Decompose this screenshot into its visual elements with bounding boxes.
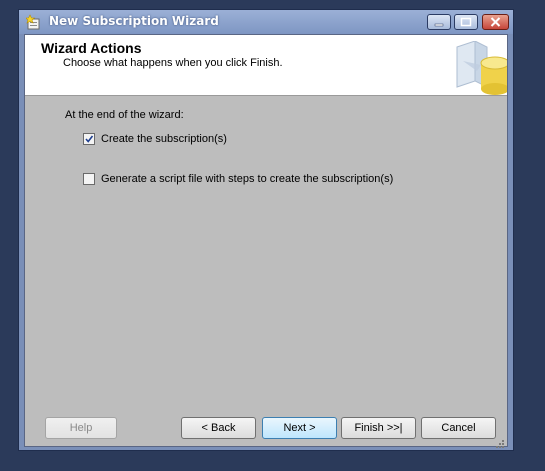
create-subscription-label[interactable]: Create the subscription(s)	[101, 133, 227, 145]
close-button[interactable]	[482, 14, 509, 30]
next-button[interactable]: Next >	[262, 417, 337, 439]
checkmark-icon	[85, 135, 94, 143]
generate-script-label[interactable]: Generate a script file with steps to cre…	[101, 173, 393, 185]
wizard-window: New Subscription Wizard Wizard Actions C…	[18, 9, 514, 451]
maximize-button[interactable]	[454, 14, 478, 30]
resize-grip-icon[interactable]	[495, 434, 505, 448]
wizard-header: Wizard Actions Choose what happens when …	[25, 35, 510, 96]
database-graphic-icon	[455, 40, 510, 95]
intro-text: At the end of the wizard:	[65, 109, 184, 121]
button-bar: Help < Back Next > Finish >>| Cancel	[25, 405, 507, 445]
cancel-button[interactable]: Cancel	[421, 417, 496, 439]
wizard-body: Wizard Actions Choose what happens when …	[24, 34, 510, 448]
finish-button[interactable]: Finish >>|	[341, 417, 416, 439]
page-subtitle: Choose what happens when you click Finis…	[63, 57, 283, 69]
window-title: New Subscription Wizard	[49, 14, 219, 28]
minimize-button[interactable]	[427, 14, 451, 30]
help-button[interactable]: Help	[45, 417, 117, 439]
back-button[interactable]: < Back	[181, 417, 256, 439]
title-bar[interactable]: New Subscription Wizard	[19, 10, 513, 34]
page-title: Wizard Actions	[41, 40, 142, 56]
minimize-icon	[434, 23, 444, 27]
maximize-icon	[460, 17, 472, 27]
close-icon	[490, 17, 501, 27]
create-subscription-checkbox[interactable]	[83, 133, 95, 145]
generate-script-checkbox[interactable]	[83, 173, 95, 185]
wizard-app-icon	[24, 14, 42, 30]
